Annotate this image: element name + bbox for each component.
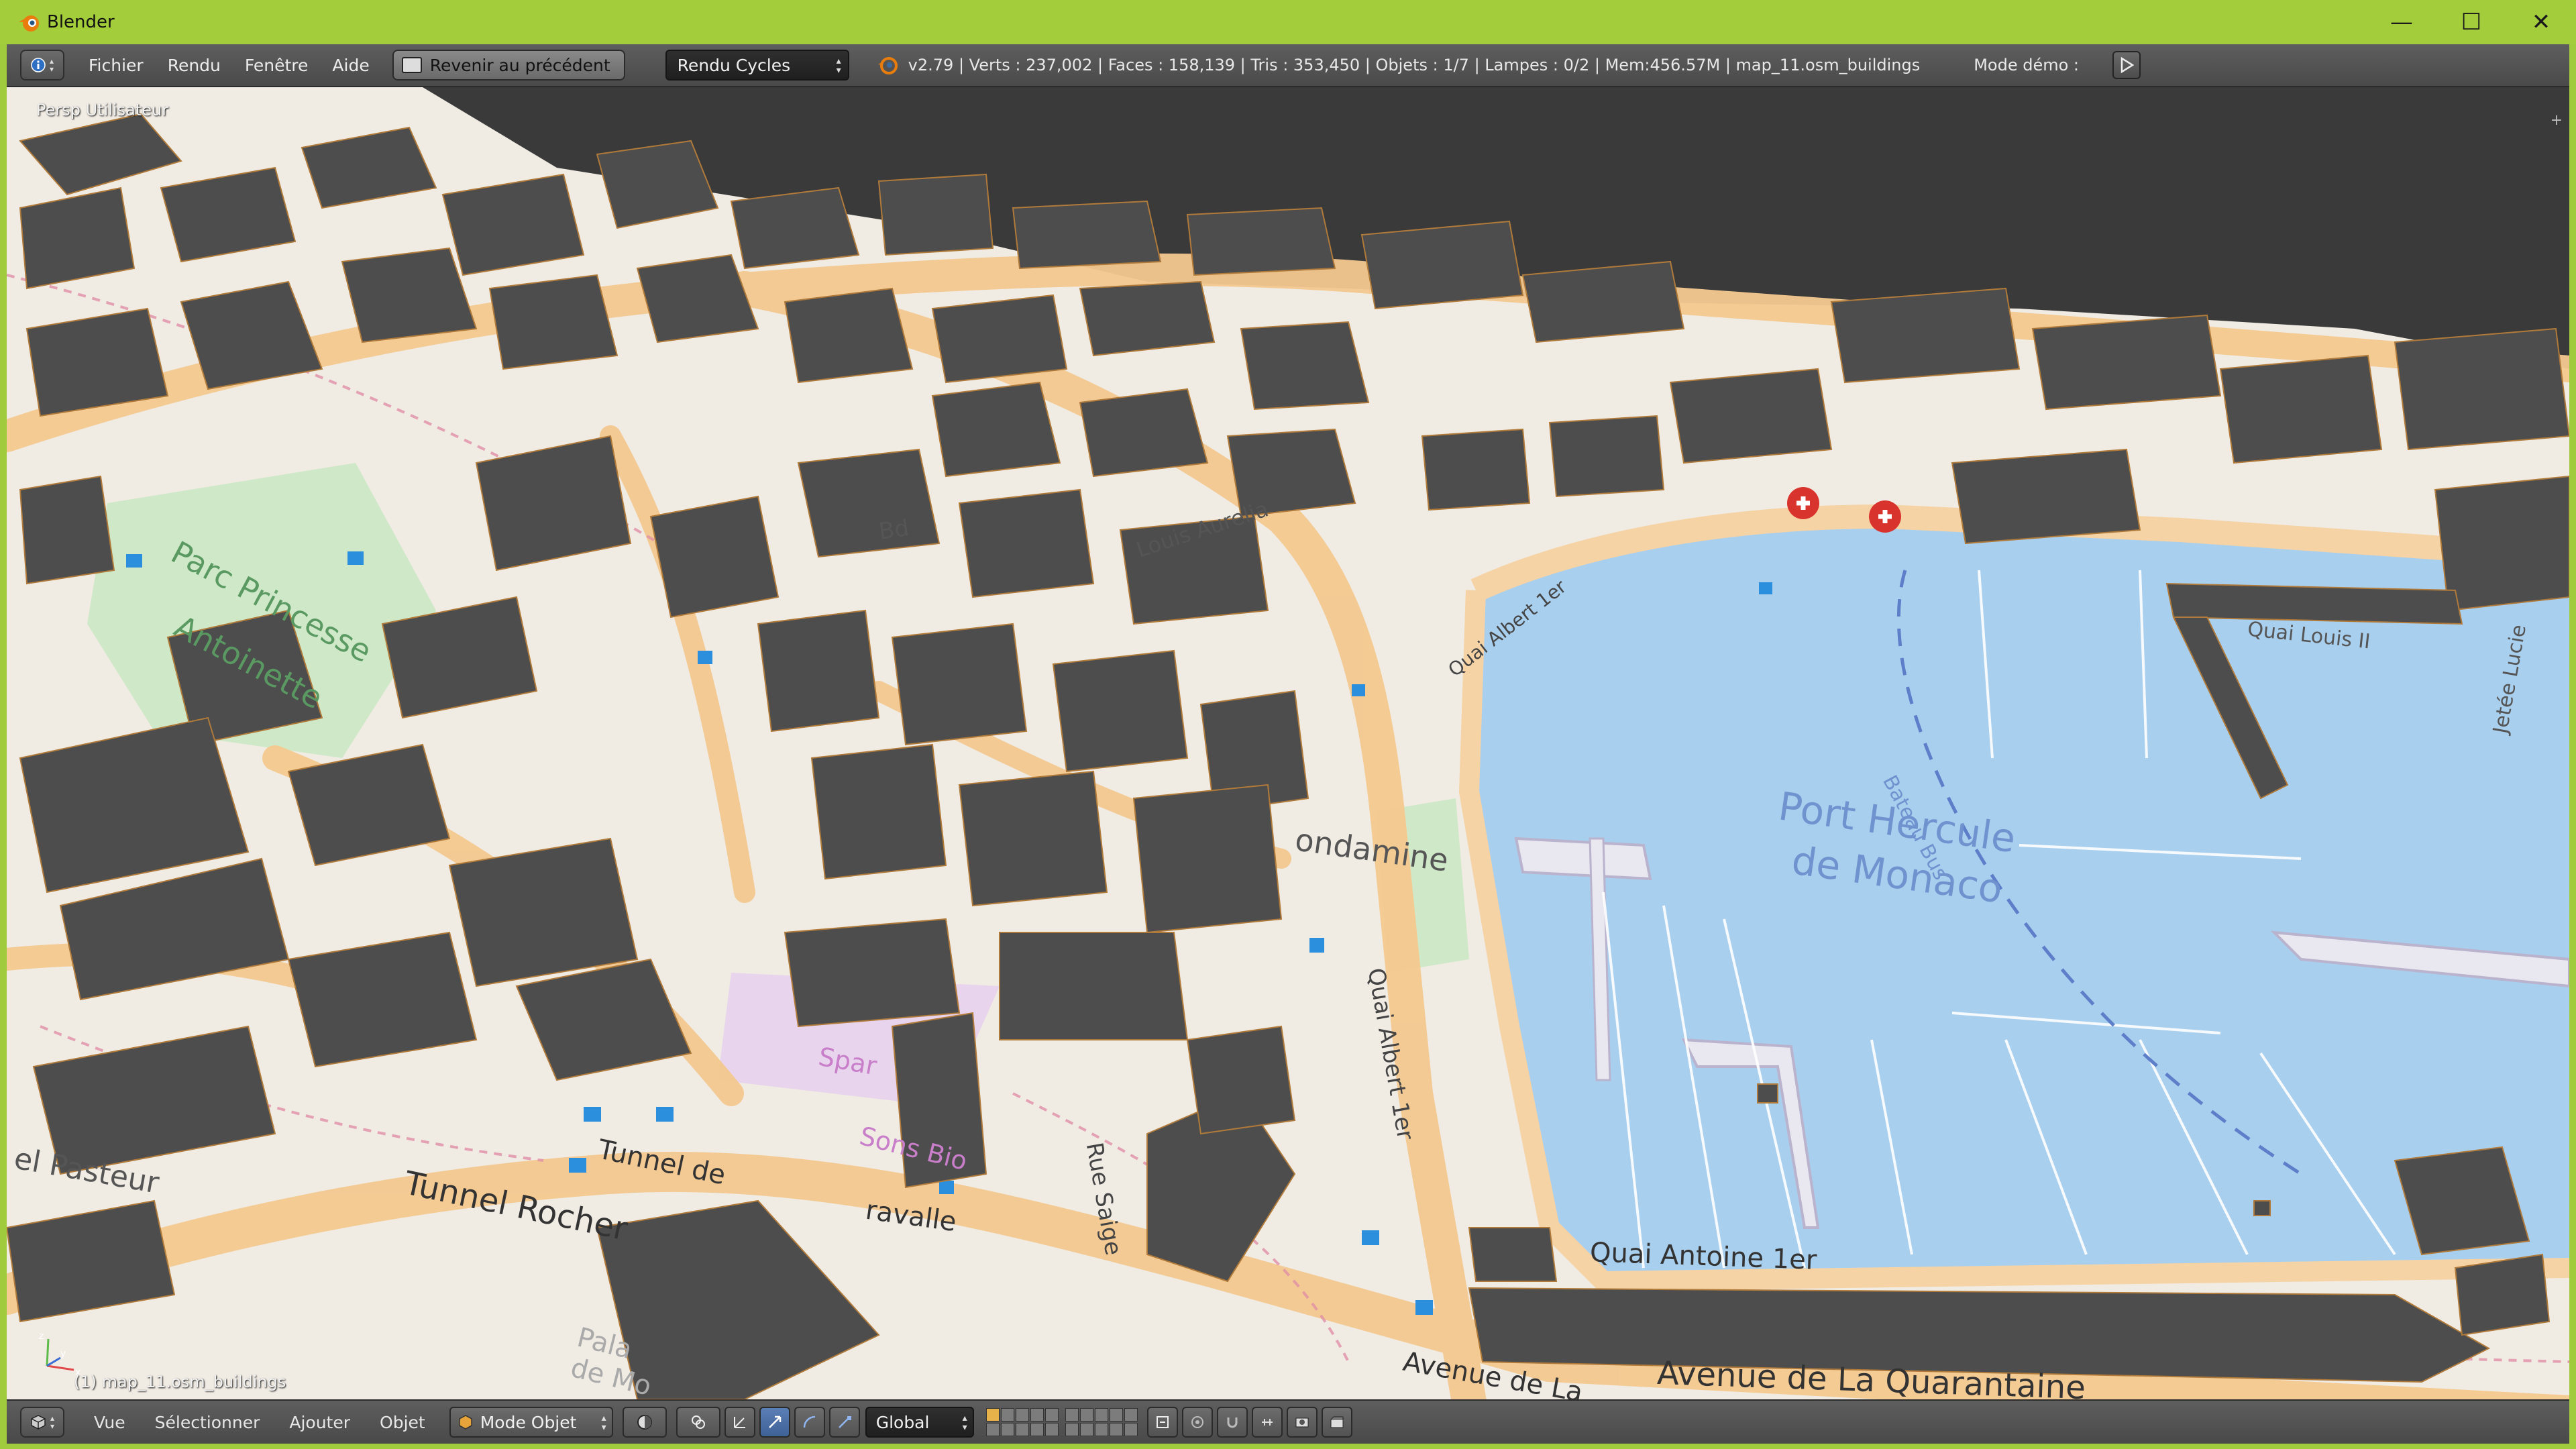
layer-toggle[interactable] <box>1065 1423 1079 1436</box>
city-map-scene <box>7 87 2569 1399</box>
minimize-button[interactable]: — <box>2367 0 2436 44</box>
blender-stats-icon <box>877 57 898 74</box>
blender-logo-icon <box>19 15 39 32</box>
window-titlebar: Blender — ☐ ✕ <box>0 0 2576 44</box>
render-engine-value: Rendu Cycles <box>677 55 791 75</box>
layer-toggle[interactable] <box>1094 1408 1108 1421</box>
proportional-edit-button[interactable] <box>1181 1407 1213 1438</box>
back-button-label: Revenir au précédent <box>429 55 610 75</box>
layer-toggle[interactable] <box>1079 1408 1093 1421</box>
menu-rendu[interactable]: Rendu <box>168 56 221 75</box>
opengl-render-animation-button[interactable] <box>1321 1407 1352 1438</box>
layer-toggle[interactable] <box>1000 1408 1014 1421</box>
layer-toggle[interactable] <box>1109 1423 1123 1436</box>
translate-manipulator-button[interactable] <box>759 1407 790 1438</box>
manipulator-toggle-button[interactable] <box>724 1407 755 1438</box>
scale-manipulator-button[interactable] <box>828 1407 860 1438</box>
layer-toggle[interactable] <box>1124 1423 1138 1436</box>
demo-play-button[interactable] <box>2112 51 2141 79</box>
render-engine-select[interactable]: Rendu Cycles ▴ ▾ <box>665 50 849 80</box>
opengl-render-image-button[interactable] <box>1286 1407 1318 1438</box>
layer-toggle[interactable] <box>1109 1408 1123 1421</box>
menu-objet[interactable]: Objet <box>380 1413 425 1432</box>
layer-toggle[interactable] <box>985 1408 1000 1421</box>
lock-camera-layers-button[interactable] <box>1146 1407 1178 1438</box>
select-arrows-icon: ▴ ▾ <box>962 1413 967 1433</box>
3d-view-editor-type-button[interactable]: ▴ ▾ <box>20 1407 64 1438</box>
back-to-previous-button[interactable]: Revenir au précédent <box>392 50 625 80</box>
layer-toggle[interactable] <box>1124 1408 1138 1421</box>
svg-text:z: z <box>39 1331 44 1342</box>
editor-type-arrows-icon: ▴ ▾ <box>50 1413 55 1431</box>
object-mode-cube-icon <box>458 1415 472 1430</box>
3d-viewport[interactable]: Port Hercule de Monaco Bateau Bus Quai A… <box>7 87 2569 1399</box>
view-label: Persp Utilisateur <box>36 101 169 119</box>
layer-toggle[interactable] <box>1015 1408 1029 1421</box>
menu-aide[interactable]: Aide <box>332 56 369 75</box>
layer-toggle[interactable] <box>1000 1423 1014 1436</box>
blender-main-frame: ▴ ▾ Fichier Rendu Fenêtre Aide Revenir au… <box>7 44 2569 1444</box>
snap-increment-icon <box>1261 1419 1273 1426</box>
layer-toggle[interactable] <box>1065 1408 1079 1421</box>
menu-selectionner[interactable]: Sélectionner <box>155 1413 260 1432</box>
screen-back-icon <box>401 57 422 73</box>
layer-toggle[interactable] <box>1030 1408 1044 1421</box>
3d-view-header: ▴ ▾ Vue Sélectionner Ajouter Objet Mode O… <box>7 1399 2569 1444</box>
layer-toggle[interactable] <box>985 1423 1000 1436</box>
interaction-mode-select[interactable]: Mode Objet ▴ ▾ <box>449 1407 613 1438</box>
window-title: Blender <box>47 12 115 32</box>
layer-toggle[interactable] <box>1044 1408 1059 1421</box>
layer-toggle[interactable] <box>1030 1423 1044 1436</box>
scene-layers-grid-2[interactable] <box>1065 1408 1138 1436</box>
camera-render-icon <box>1295 1417 1309 1428</box>
snap-element-button[interactable] <box>1251 1407 1283 1438</box>
rotate-arc-icon <box>803 1415 815 1428</box>
layers-lock-icon <box>1156 1416 1169 1428</box>
transform-orientation-select[interactable]: Global ▴ ▾ <box>865 1407 974 1438</box>
select-arrows-icon: ▴ ▾ <box>601 1413 606 1433</box>
scene-layers-grid[interactable] <box>985 1408 1059 1436</box>
layer-toggle[interactable] <box>1079 1423 1093 1436</box>
3d-view-icon <box>31 1415 46 1430</box>
proportional-edit-icon <box>1191 1416 1203 1428</box>
shading-sphere-icon <box>637 1415 652 1430</box>
layer-toggle[interactable] <box>1015 1423 1029 1436</box>
axis-gizmo-icon: z x y <box>39 1331 80 1378</box>
select-arrows-icon: ▴ ▾ <box>836 56 841 76</box>
transform-orientation-value: Global <box>875 1412 930 1432</box>
translate-arrow-icon <box>768 1415 781 1428</box>
viewport-shading-button[interactable] <box>622 1407 667 1438</box>
close-button[interactable]: ✕ <box>2506 0 2576 44</box>
snap-toggle-button[interactable] <box>1216 1407 1248 1438</box>
svg-text:y: y <box>60 1348 66 1359</box>
scale-icon <box>838 1416 851 1428</box>
clapper-render-icon <box>1330 1416 1344 1428</box>
pivot-point-button[interactable] <box>676 1407 720 1438</box>
scene-statistics: v2.79 | Verts : 237,002 | Faces : 158,13… <box>908 56 1921 74</box>
active-object-label: (1) map_11.osm_buildings <box>74 1373 286 1391</box>
menu-ajouter[interactable]: Ajouter <box>289 1413 350 1432</box>
interaction-mode-value: Mode Objet <box>480 1412 577 1432</box>
magnet-icon <box>1227 1417 1238 1428</box>
menu-fenetre[interactable]: Fenêtre <box>245 56 309 75</box>
menu-fichier[interactable]: Fichier <box>89 56 144 75</box>
play-icon <box>2121 57 2135 73</box>
editor-type-button[interactable]: ▴ ▾ <box>20 50 64 80</box>
maximize-button[interactable]: ☐ <box>2436 0 2506 44</box>
info-icon <box>31 58 46 72</box>
demo-mode-label: Mode démo : <box>1974 56 2080 74</box>
map-label-bd: Bd <box>877 515 911 545</box>
manipulator-icon <box>733 1417 745 1428</box>
viewport-corner-plus-icon[interactable]: + <box>2549 113 2564 129</box>
layer-toggle[interactable] <box>1094 1423 1108 1436</box>
menu-vue[interactable]: Vue <box>94 1413 125 1432</box>
pivot-icon <box>691 1415 705 1429</box>
info-header: ▴ ▾ Fichier Rendu Fenêtre Aide Revenir au… <box>7 44 2569 87</box>
editor-type-arrows-icon: ▴ ▾ <box>49 56 54 74</box>
rotate-manipulator-button[interactable] <box>794 1407 825 1438</box>
layer-toggle[interactable] <box>1044 1423 1059 1436</box>
